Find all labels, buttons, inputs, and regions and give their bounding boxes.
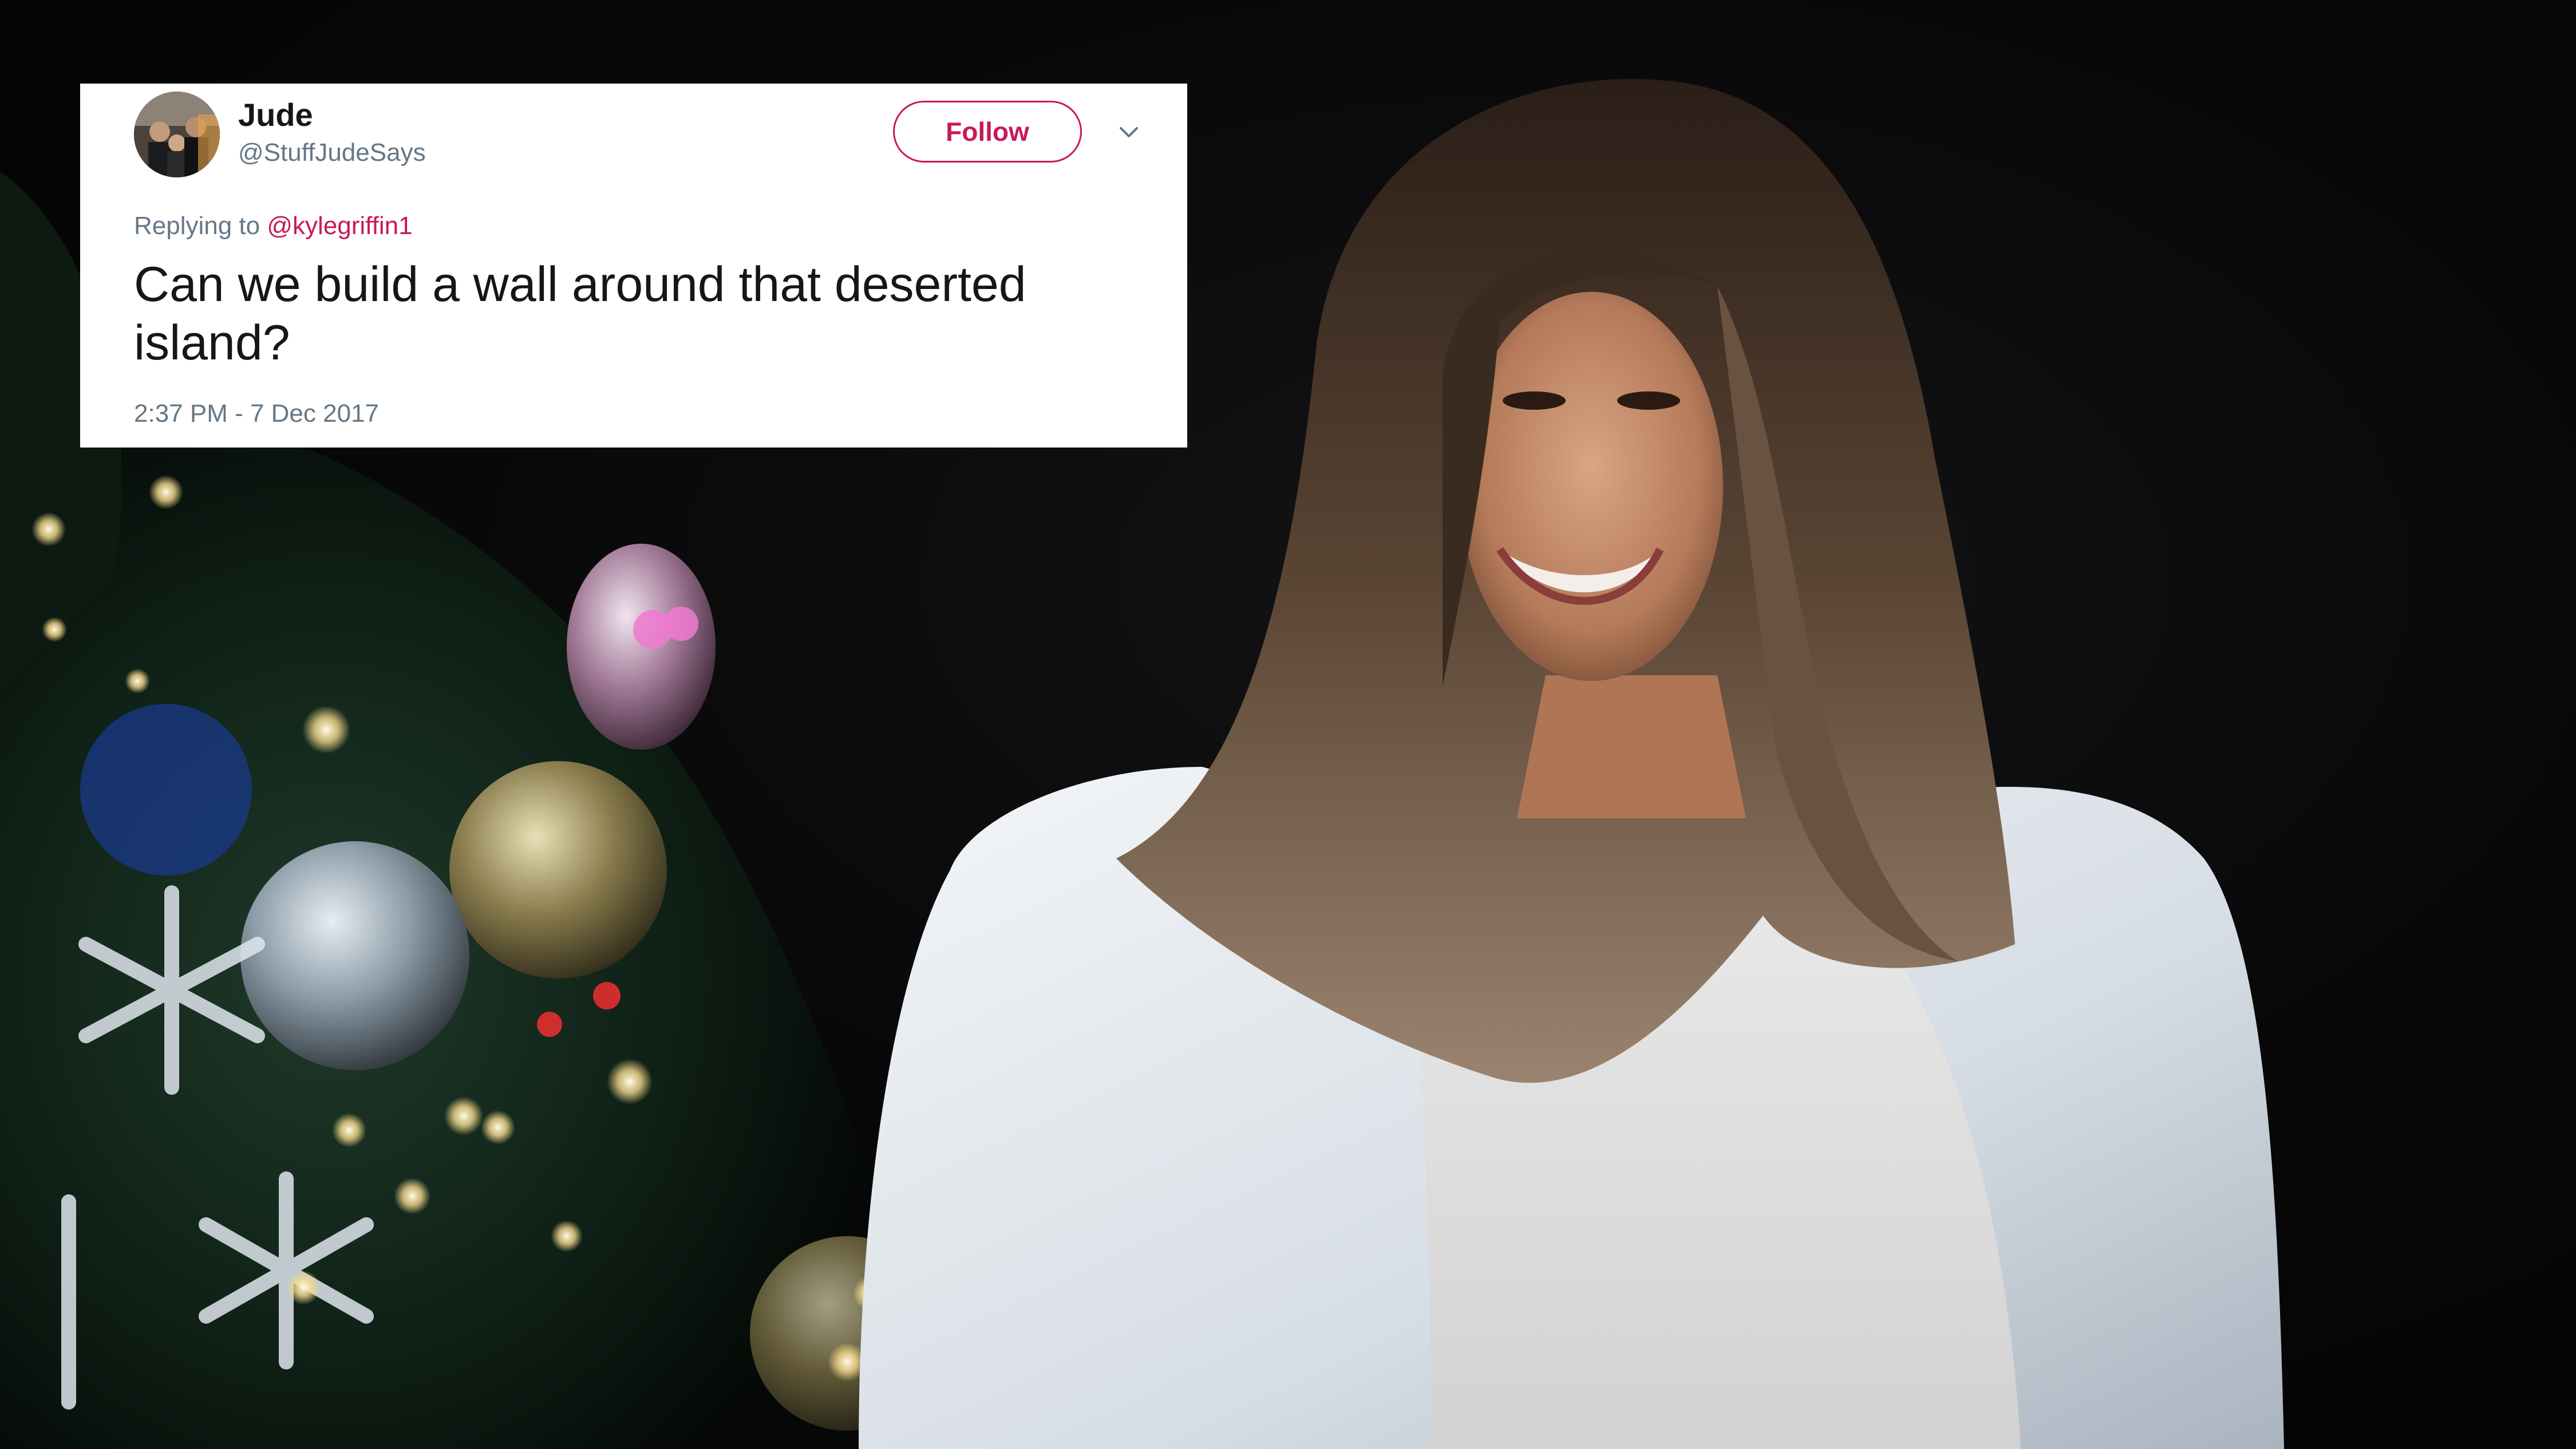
tweet-timestamp[interactable]: 2:37 PM - 7 Dec 2017	[134, 399, 379, 428]
meme-image: Jude @StuffJudeSays Follow Replying to @…	[0, 0, 2576, 1449]
replying-to-prefix: Replying to	[134, 212, 260, 240]
profile-photo-icon	[134, 92, 220, 177]
follow-button[interactable]: Follow	[893, 101, 1082, 163]
tweet-text: Can we build a wall around that deserted…	[134, 257, 1026, 370]
replying-to-mention[interactable]: @kylegriffin1	[267, 212, 412, 240]
avatar[interactable]	[134, 92, 220, 177]
tweet-card: Jude @StuffJudeSays Follow Replying to @…	[80, 84, 1187, 448]
chevron-down-icon[interactable]	[1116, 119, 1141, 144]
user-handle[interactable]: @StuffJudeSays	[238, 138, 426, 167]
replying-to-line: Replying to @kylegriffin1	[134, 212, 413, 240]
display-name[interactable]: Jude	[238, 96, 313, 133]
follow-button-label: Follow	[946, 117, 1029, 147]
